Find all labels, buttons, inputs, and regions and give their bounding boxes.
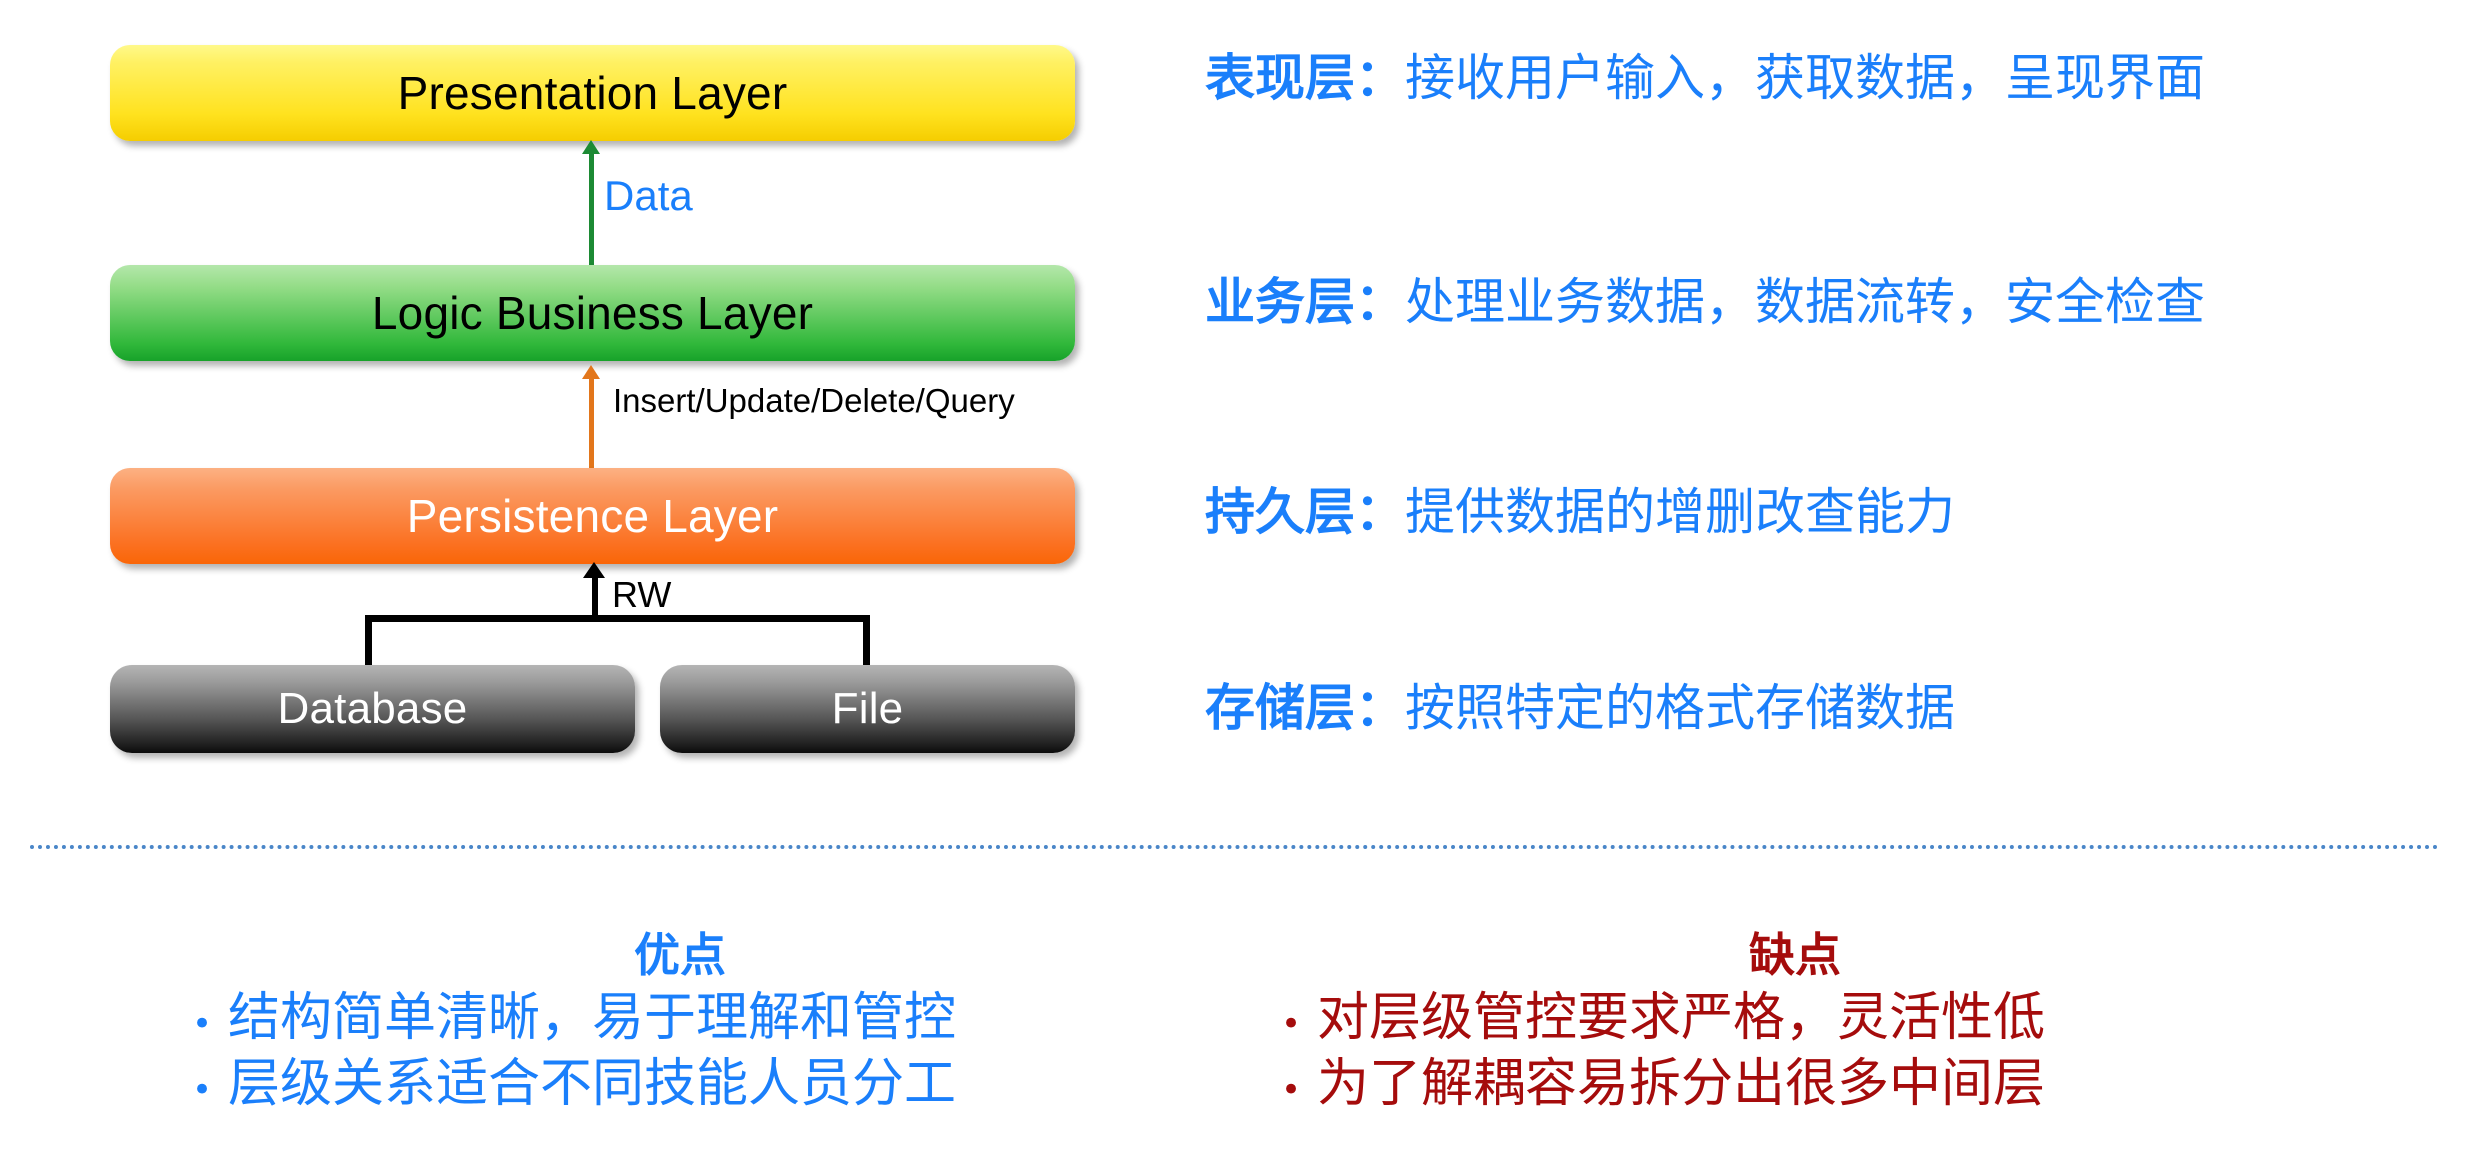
- pros-list: • 结构简单清晰，易于理解和管控 • 层级关系适合不同技能人员分工: [176, 985, 1240, 1118]
- bullet-dot-icon: •: [191, 1070, 213, 1111]
- layer-label-logic-business: Logic Business Layer: [371, 287, 814, 339]
- description-body-logic-business: 处理业务数据，数据流转，安全检查: [1405, 273, 2205, 331]
- cons-column: 缺点 • 对层级管控要求严格，灵活性低 • 为了解耦容易拆分出很多中间层: [1235, 930, 2355, 1118]
- connector-line-data: [589, 148, 594, 266]
- description-body-presentation: 接收用户输入，获取数据，呈现界面: [1405, 49, 2205, 107]
- slide-canvas: Presentation Layer Data Logic Business L…: [0, 0, 2466, 1150]
- description-presentation: 表现层：接收用户输入，获取数据，呈现界面: [1205, 38, 2205, 110]
- layer-box-logic-business[interactable]: Logic Business Layer: [110, 265, 1075, 361]
- cons-title: 缺点: [1749, 928, 1841, 982]
- list-item: • 为了解耦容易拆分出很多中间层: [1265, 1051, 2355, 1118]
- layer-box-presentation[interactable]: Presentation Layer: [110, 45, 1075, 141]
- layer-label-persistence: Persistence Layer: [406, 490, 779, 542]
- list-item: • 对层级管控要求严格，灵活性低: [1265, 985, 2355, 1052]
- connector-line-rw: [592, 572, 598, 618]
- pros-column: 优点 • 结构简单清晰，易于理解和管控 • 层级关系适合不同技能人员分工: [120, 930, 1240, 1118]
- storage-label-database: Database: [277, 684, 468, 733]
- connector-label-data: Data: [604, 172, 693, 219]
- list-item: • 层级关系适合不同技能人员分工: [176, 1051, 1240, 1118]
- description-body-persistence: 提供数据的增删改查能力: [1405, 483, 1955, 541]
- pros-item-text: 层级关系适合不同技能人员分工: [228, 1054, 957, 1115]
- bullet-dot-icon: •: [1280, 1070, 1302, 1111]
- pros-title: 优点: [634, 928, 726, 982]
- layer-label-presentation: Presentation Layer: [397, 67, 788, 119]
- storage-bracket-leg-right: [863, 615, 870, 669]
- description-head-presentation: 表现层：: [1205, 48, 1405, 107]
- description-logic-business: 业务层：处理业务数据，数据流转，安全检查: [1205, 262, 2205, 334]
- bullet-dot-icon: •: [1280, 1003, 1302, 1044]
- connector-line-crud: [589, 374, 594, 470]
- pros-item-text: 结构简单清晰，易于理解和管控: [228, 987, 957, 1048]
- description-head-storage: 存储层：: [1205, 678, 1405, 737]
- description-body-storage: 按照特定的格式存储数据: [1405, 679, 1955, 737]
- storage-bracket-horizontal: [365, 615, 870, 622]
- section-divider: [30, 845, 2440, 849]
- storage-label-file: File: [831, 684, 904, 733]
- cons-list: • 对层级管控要求严格，灵活性低 • 为了解耦容易拆分出很多中间层: [1265, 985, 2355, 1118]
- description-head-logic-business: 业务层：: [1205, 272, 1405, 331]
- storage-box-file[interactable]: File: [660, 665, 1075, 753]
- storage-bracket-leg-left: [365, 615, 372, 669]
- bullet-dot-icon: •: [191, 1003, 213, 1044]
- description-storage: 存储层：按照特定的格式存储数据: [1205, 668, 1955, 740]
- cons-item-text: 为了解耦容易拆分出很多中间层: [1317, 1054, 2046, 1115]
- description-head-persistence: 持久层：: [1205, 482, 1405, 541]
- description-persistence: 持久层：提供数据的增删改查能力: [1205, 472, 1955, 544]
- cons-item-text: 对层级管控要求严格，灵活性低: [1317, 987, 2046, 1048]
- connector-label-rw: RW: [612, 574, 672, 615]
- connector-label-crud: Insert/Update/Delete/Query: [613, 382, 1015, 419]
- layer-box-persistence[interactable]: Persistence Layer: [110, 468, 1075, 564]
- storage-box-database[interactable]: Database: [110, 665, 635, 753]
- list-item: • 结构简单清晰，易于理解和管控: [176, 985, 1240, 1052]
